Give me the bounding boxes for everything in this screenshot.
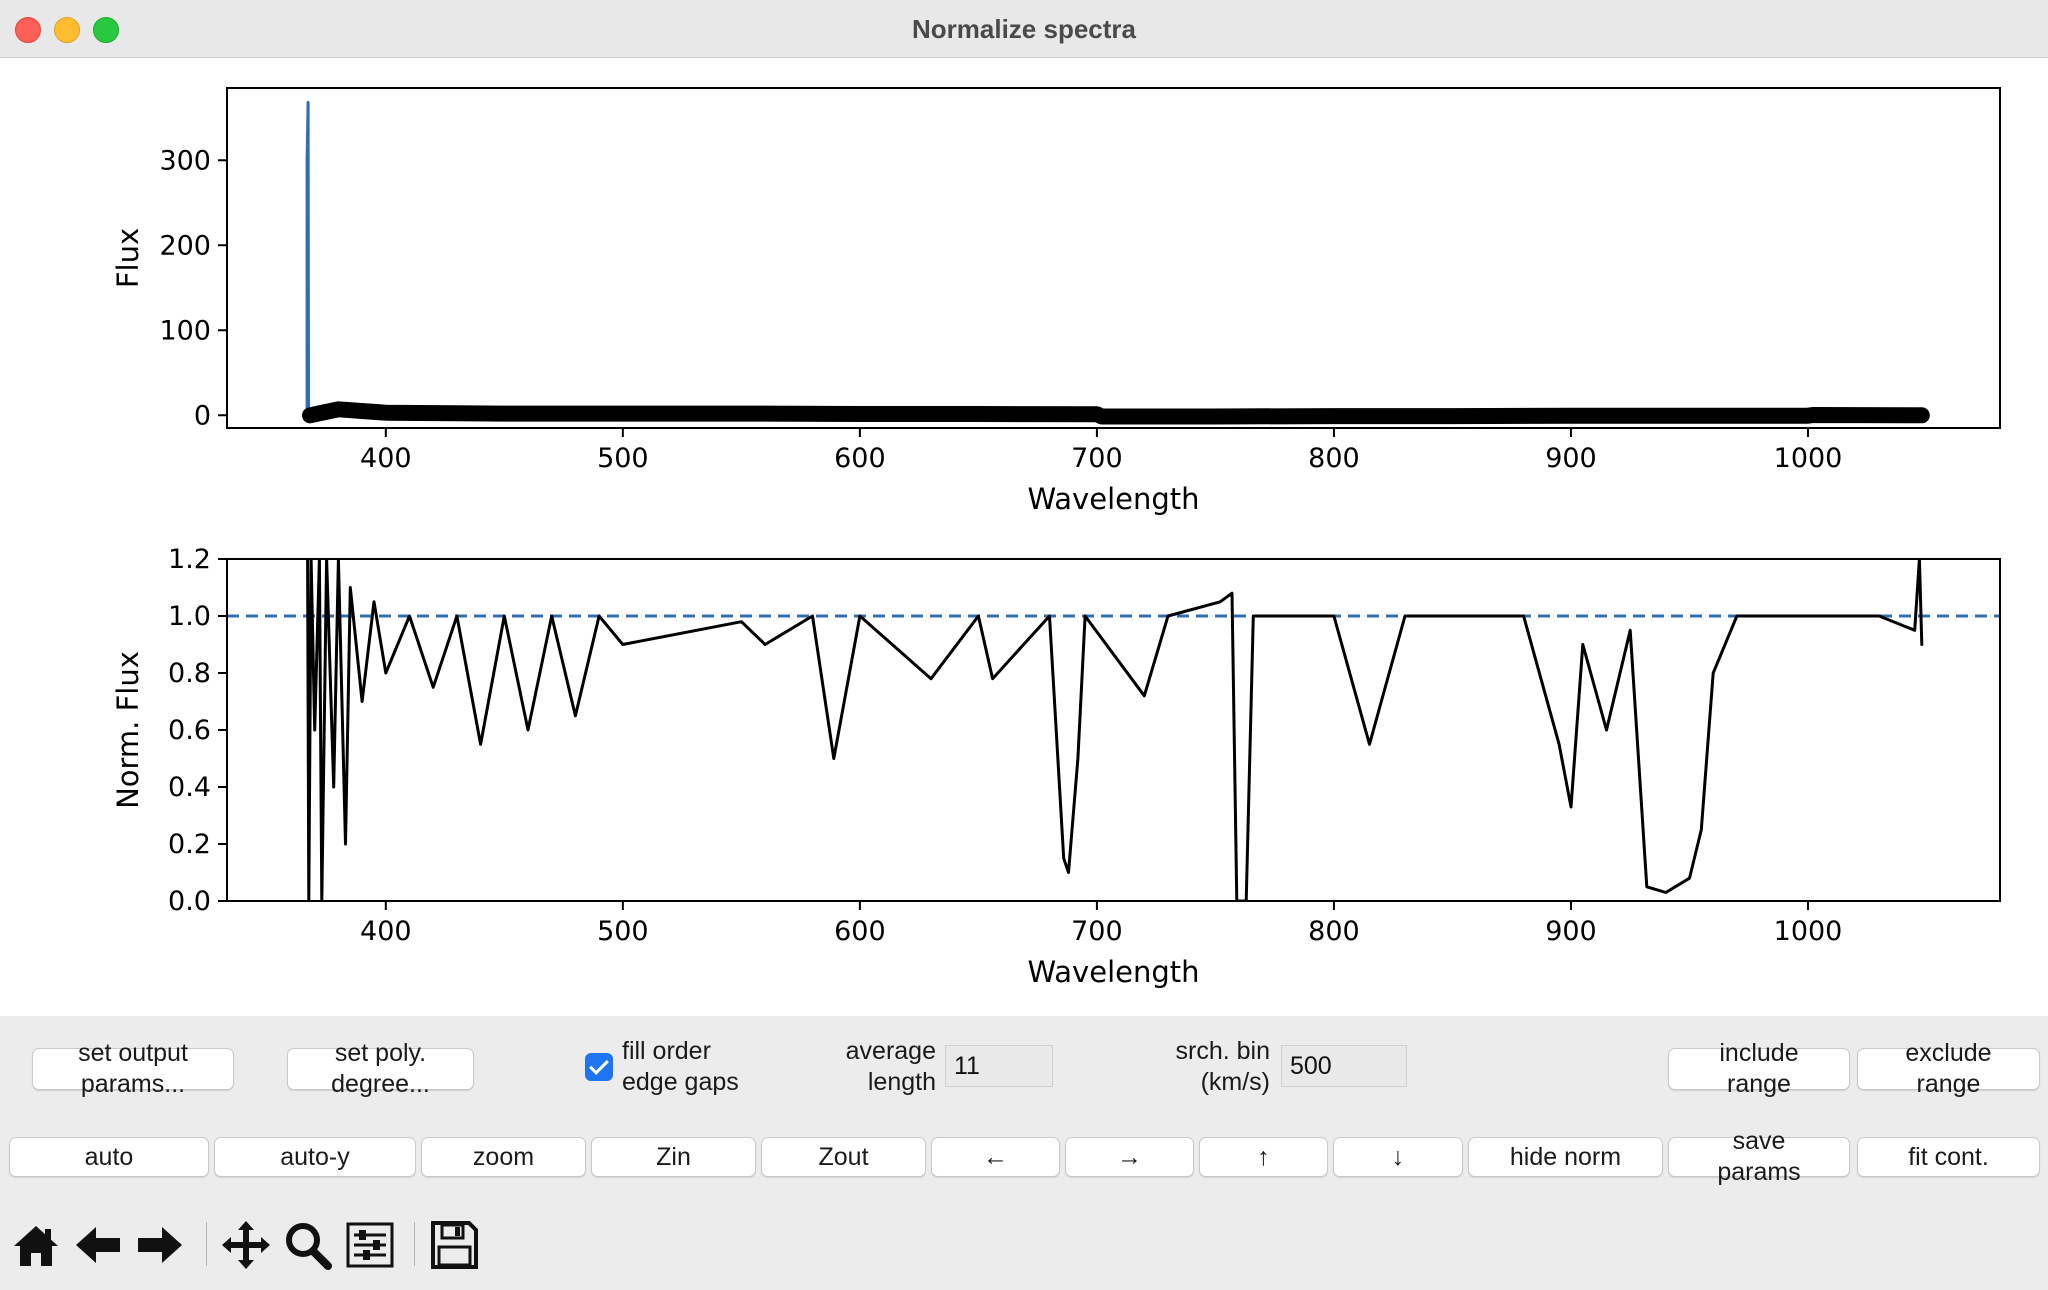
chart-2-x-tick-label: 500 — [597, 916, 649, 947]
chart-2-x-tick-label: 600 — [834, 916, 886, 947]
fit-cont-button[interactable]: fit cont. — [1857, 1137, 2040, 1177]
chart-2-x-tick-label: 800 — [1308, 916, 1360, 947]
chart-2-y-tick-label: 0.2 — [168, 829, 211, 860]
average-length-label: average length — [845, 1037, 936, 1096]
srch-bin-label: srch. bin (km/s) — [1175, 1037, 1270, 1096]
chart-2-y-tick-label: 0.4 — [168, 772, 211, 803]
auto-button[interactable]: auto — [9, 1137, 209, 1177]
chart-2-y-tick-label: 0.6 — [168, 715, 211, 746]
configure-subplots-icon[interactable] — [344, 1218, 396, 1272]
include-range-button[interactable]: include range — [1668, 1039, 1850, 1098]
chart-1-x-tick-label: 400 — [360, 443, 412, 474]
figure-canvas[interactable]: 400 500 600 700 800 900 1000 0 100 200 300 Waveleng… — [0, 58, 2048, 1016]
chart-1-y-tick-label: 300 — [159, 145, 211, 176]
chart-2-y-axis-label: Norm. Flux — [111, 651, 145, 809]
zoom-out-button[interactable]: Zout — [761, 1137, 926, 1177]
chart-1-x-tick-label: 600 — [834, 443, 886, 474]
forward-arrow-icon[interactable] — [134, 1218, 186, 1272]
save-icon[interactable] — [428, 1218, 480, 1272]
chart-2-x-tick-label: 400 — [360, 916, 412, 947]
fill-order-edge-gaps-label: fill order edge gaps — [622, 1037, 739, 1096]
chart-1-x-tick-label: 700 — [1071, 443, 1123, 474]
chart-1-y-tick-label: 0 — [194, 400, 211, 431]
auto-y-button[interactable]: auto-y — [214, 1137, 416, 1177]
chart-2-y-tick-label: 1.0 — [168, 601, 211, 632]
chart-2-y-tick-label: 0.0 — [168, 886, 211, 917]
set-output-params-button[interactable]: set output params... — [32, 1039, 234, 1098]
chart-1-x-tick-label: 900 — [1545, 443, 1597, 474]
plot-area: 400 500 600 700 800 900 1000 0 100 200 300 Waveleng… — [111, 87, 2001, 989]
average-length-input[interactable] — [945, 1045, 1053, 1087]
chart-2-x-tick-label: 700 — [1071, 916, 1123, 947]
title-bar: Normalize spectra — [0, 0, 2048, 58]
chart-1-x-tick-label: 500 — [597, 443, 649, 474]
chart-2-x-tick-label: 1000 — [1774, 916, 1843, 947]
chart-2-y-tick-label: 0.8 — [168, 658, 211, 689]
chart-2-x-tick-label: 900 — [1545, 916, 1597, 947]
srch-bin-input[interactable] — [1281, 1045, 1407, 1087]
back-arrow-icon[interactable] — [72, 1218, 124, 1272]
window-title: Normalize spectra — [912, 14, 1136, 44]
chart-1-series-1-line — [305, 100, 312, 417]
pan-down-button[interactable]: ↓ — [1333, 1137, 1463, 1177]
zoom-magnifier-icon[interactable] — [282, 1218, 334, 1272]
pan-up-button[interactable]: ↑ — [1199, 1137, 1328, 1177]
fill-order-edge-gaps-checkbox[interactable] — [585, 1053, 613, 1081]
chart-1-y-axis-label: Flux — [111, 228, 145, 288]
chart-1-y-tick-label: 200 — [159, 230, 211, 261]
zoom-in-button[interactable]: Zin — [591, 1137, 756, 1177]
pan-left-button[interactable]: ← — [931, 1137, 1060, 1177]
chart-1-series-2-line — [302, 401, 1930, 425]
toolbar-separator — [414, 1222, 415, 1266]
toolbar-separator — [206, 1222, 207, 1266]
chart-2-y-tick-label: 1.2 — [168, 544, 211, 575]
chart-1-x-tick-label: 800 — [1308, 443, 1360, 474]
pan-right-button[interactable]: → — [1065, 1137, 1194, 1177]
chart-1-axes-frame — [226, 87, 2001, 429]
chart-2-x-axis-label: Wavelength — [1027, 955, 1199, 989]
chart-1-y-tick-label: 100 — [159, 315, 211, 346]
chart-1-x-tick-label: 1000 — [1774, 443, 1843, 474]
chart-1-x-axis-label: Wavelength — [1027, 482, 1199, 516]
set-poly-degree-button[interactable]: set poly. degree... — [287, 1039, 474, 1098]
save-params-button[interactable]: save params — [1668, 1127, 1850, 1186]
home-icon[interactable] — [10, 1218, 62, 1272]
zoom-button[interactable]: zoom — [421, 1137, 586, 1177]
exclude-range-button[interactable]: exclude range — [1857, 1039, 2040, 1098]
pan-icon[interactable] — [220, 1218, 272, 1272]
chart-2-axes-frame — [226, 558, 2001, 902]
chart-2-series-1-line — [306, 559, 1924, 901]
hide-norm-button[interactable]: hide norm — [1468, 1137, 1663, 1177]
